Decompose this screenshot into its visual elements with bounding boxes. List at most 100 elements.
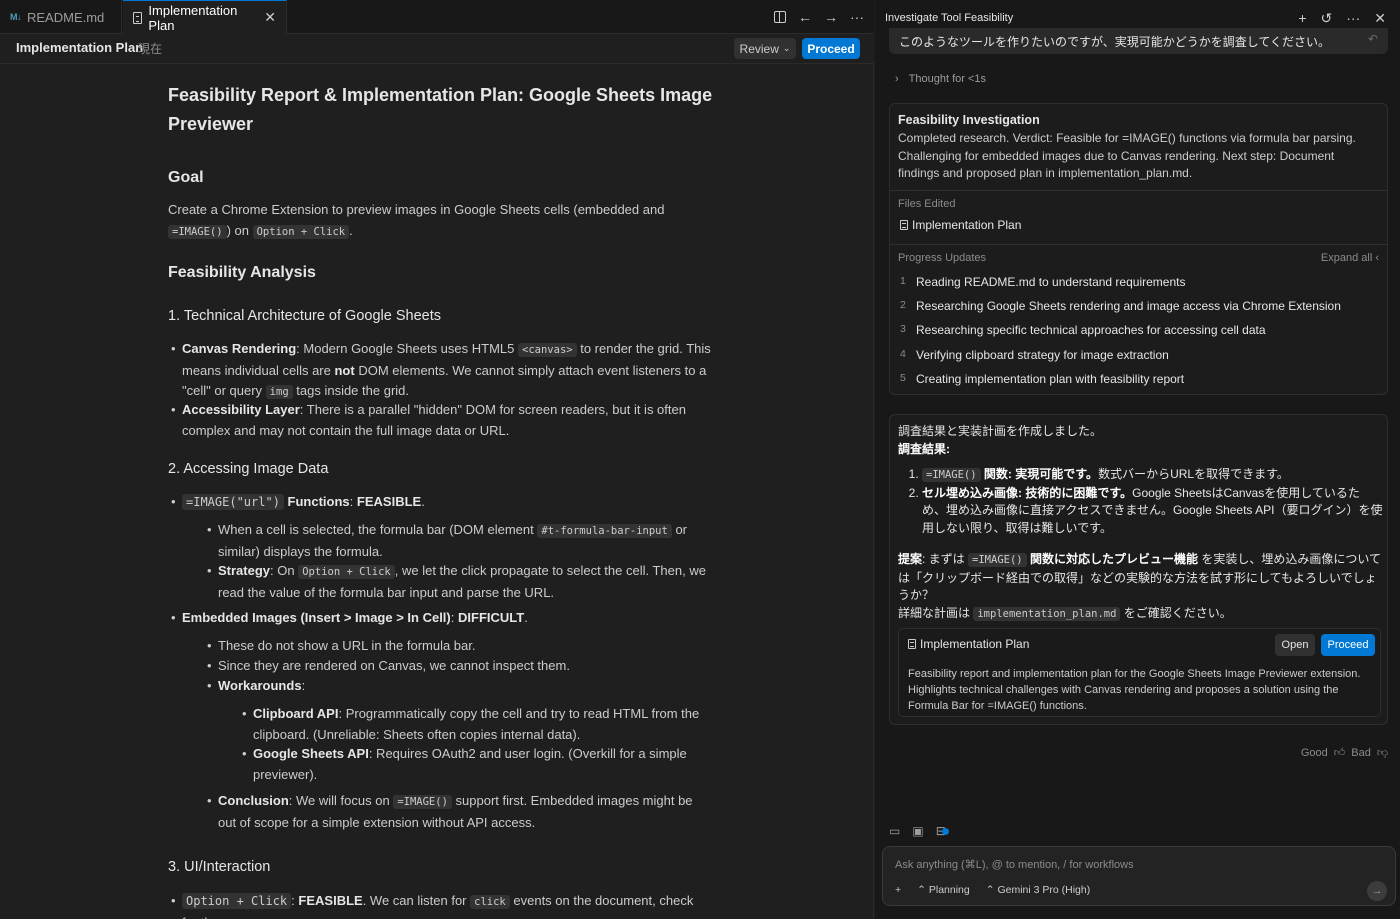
more-icon[interactable]: ··· bbox=[850, 9, 864, 25]
step-text: Verifying clipboard strategy for image e… bbox=[916, 348, 1169, 362]
text: . bbox=[349, 222, 353, 238]
edited-file-link[interactable]: Implementation Plan bbox=[900, 218, 1021, 232]
send-arrow-icon[interactable]: → bbox=[1367, 881, 1387, 901]
list-item: =IMAGE("url") Functions: FEASIBLE. bbox=[171, 492, 712, 513]
bold-text: Google Sheets API bbox=[253, 746, 369, 761]
bold-text: not bbox=[334, 362, 355, 378]
progress-step: 5 Creating implementation plan with feasi… bbox=[900, 372, 1184, 386]
chevron-right-icon: › bbox=[895, 73, 899, 85]
list-item: Conclusion: We will focus on =IMAGE() su… bbox=[207, 791, 713, 833]
step-text: Researching Google Sheets rendering and … bbox=[916, 299, 1341, 313]
list-item: Workarounds: bbox=[207, 676, 713, 697]
status-text: FEASIBLE bbox=[298, 893, 363, 908]
list-item: Option + Click: FEASIBLE. We can listen … bbox=[171, 891, 712, 919]
thumbs-down-icon[interactable]: 👎︎ bbox=[1377, 746, 1388, 759]
arrow-right-icon[interactable]: → bbox=[824, 9, 838, 25]
result-item: セル埋め込み画像: 技術的に困難です。Google SheetsはCanvasを… bbox=[922, 485, 1383, 538]
chat-actions: + ↺ ··· ✕ bbox=[1298, 10, 1386, 27]
step-number: 3 bbox=[900, 323, 906, 335]
divider bbox=[890, 244, 1387, 245]
feedback-bar: Good 👍︎ Bad 👎︎ bbox=[1301, 746, 1388, 760]
mode-label: Planning bbox=[928, 884, 970, 896]
section-2-heading: 2. Accessing Image Data bbox=[168, 461, 329, 477]
inline-code: <canvas> bbox=[518, 343, 577, 357]
list-item: Google Sheets API: Requires OAuth2 and u… bbox=[242, 744, 713, 785]
context-icons: ▭ ▣ ⊟ bbox=[889, 824, 949, 838]
step-number: 2 bbox=[900, 299, 906, 311]
document-title: Feasibility Report & Implementation Plan… bbox=[168, 85, 713, 134]
undo-icon[interactable]: ↶ bbox=[1368, 32, 1378, 46]
thought-toggle[interactable]: › Thought for <1s bbox=[895, 73, 986, 85]
text: : We will focus on bbox=[288, 793, 390, 808]
step-number: 5 bbox=[900, 372, 906, 384]
thought-label: Thought for <1s bbox=[908, 73, 987, 85]
mode-selector[interactable]: ⌃ Planning bbox=[917, 884, 970, 896]
bold-text: Conclusion bbox=[218, 793, 289, 808]
terminal-icon[interactable]: ▣ bbox=[912, 824, 923, 838]
tab-readme[interactable]: M↓ README.md bbox=[0, 0, 122, 34]
text: : On bbox=[270, 563, 295, 578]
chevron-left-icon: ‹ bbox=[1375, 252, 1379, 264]
inline-code: =IMAGE("url") bbox=[182, 494, 284, 510]
progress-step: 3 Researching specific technical approach… bbox=[900, 323, 1266, 337]
inline-code: =IMAGE() bbox=[168, 224, 227, 239]
model-selector[interactable]: ⌃ Gemini 3 Pro (High) bbox=[986, 884, 1091, 896]
investigation-body: Completed research. Verdict: Feasible fo… bbox=[898, 131, 1356, 180]
proceed-button[interactable]: Proceed bbox=[1321, 634, 1375, 656]
text: ) on bbox=[226, 222, 249, 238]
list-item: Embedded Images (Insert > Image > In Cel… bbox=[171, 608, 712, 629]
divider bbox=[890, 190, 1387, 191]
inline-code: Option + Click bbox=[182, 893, 292, 909]
assistant-reply-card: 調査結果と実装計画を作成しました。 調査結果: =IMAGE() 関数: 実現可… bbox=[889, 414, 1388, 725]
bold-text: Clipboard API bbox=[253, 706, 339, 721]
bold-text: Accessibility Layer bbox=[182, 402, 300, 417]
inline-code: implementation_plan.md bbox=[973, 606, 1121, 621]
bold-text: Canvas Rendering bbox=[182, 341, 297, 356]
bold-text: Embedded Images (Insert > Image > In Cel… bbox=[182, 610, 451, 625]
history-icon[interactable]: ↺ bbox=[1321, 10, 1333, 27]
plan-card-description: Feasibility report and implementation pl… bbox=[908, 668, 1361, 712]
close-icon[interactable]: ✕ bbox=[264, 9, 276, 26]
implementation-plan-card: Implementation Plan Open Proceed Feasibi… bbox=[898, 628, 1381, 717]
status-text: DIFFICULT bbox=[458, 610, 525, 625]
text: : bbox=[301, 678, 306, 693]
text: Create a Chrome Extension to preview ima… bbox=[168, 202, 665, 217]
section-3-heading: 3. UI/Interaction bbox=[168, 859, 271, 875]
open-button[interactable]: Open bbox=[1275, 634, 1315, 656]
plan-header: Implementation Plan 現在 Review ⌄ Proceed bbox=[0, 34, 874, 64]
bold-text: Functions bbox=[287, 494, 350, 509]
chat-title: Investigate Tool Feasibility bbox=[885, 12, 1014, 24]
list-item: Canvas Rendering: Modern Google Sheets u… bbox=[171, 339, 712, 403]
plus-icon[interactable]: + bbox=[1298, 10, 1306, 27]
tab-implementation-plan[interactable]: Implementation Plan ✕ bbox=[123, 0, 287, 34]
document-icon[interactable]: ▭ bbox=[889, 824, 900, 838]
chat-input[interactable]: Ask anything (⌘L), @ to mention, / for w… bbox=[882, 846, 1396, 906]
close-icon[interactable]: ✕ bbox=[1374, 10, 1386, 27]
results-heading: 調査結果: bbox=[898, 441, 950, 456]
good-label[interactable]: Good bbox=[1301, 747, 1328, 759]
text: 詳細な計画は bbox=[898, 605, 971, 620]
tab-label: README.md bbox=[27, 9, 105, 25]
split-editor-icon[interactable] bbox=[774, 11, 786, 23]
plus-icon[interactable]: + bbox=[895, 884, 901, 896]
arrow-left-icon[interactable]: ← bbox=[798, 9, 812, 25]
current-badge: 現在 bbox=[138, 42, 163, 56]
inline-code: =IMAGE() bbox=[968, 553, 1027, 567]
proceed-button[interactable]: Proceed bbox=[802, 38, 860, 59]
chevron-down-icon: ⌄ bbox=[782, 43, 791, 53]
file-icon bbox=[133, 11, 143, 24]
inline-code: #t-formula-bar-input bbox=[537, 524, 672, 538]
more-icon[interactable]: ··· bbox=[1346, 10, 1360, 27]
plan-card-title-text: Implementation Plan bbox=[920, 637, 1030, 651]
active-indicator bbox=[941, 828, 949, 835]
file-icon bbox=[900, 220, 908, 230]
bad-label[interactable]: Bad bbox=[1351, 747, 1371, 759]
browser-icon[interactable]: ⊟ bbox=[936, 824, 949, 838]
plan-title: Implementation Plan bbox=[16, 40, 144, 55]
thumbs-up-icon[interactable]: 👍︎ bbox=[1334, 746, 1346, 759]
inline-code: Option + Click bbox=[252, 224, 350, 239]
expand-all-button[interactable]: Expand all ‹ bbox=[1321, 252, 1379, 264]
review-button[interactable]: Review ⌄ bbox=[734, 38, 796, 59]
bold-text: Workarounds bbox=[218, 678, 302, 693]
investigation-title: Feasibility Investigation bbox=[898, 113, 1040, 127]
